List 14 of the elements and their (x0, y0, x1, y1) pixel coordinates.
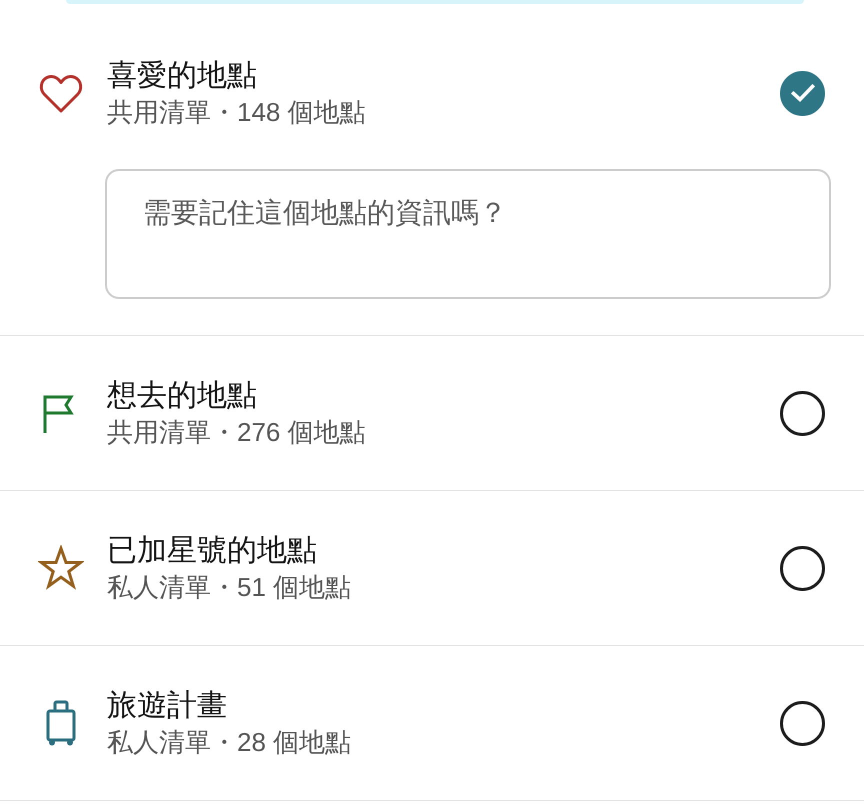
check-icon (790, 84, 814, 102)
list-subtitle: 私人清單・28 個地點 (107, 726, 352, 759)
radio-button[interactable] (780, 700, 825, 746)
list-title: 喜愛的地點 (107, 58, 258, 94)
note-field[interactable]: 需要記住這個地點的資訊嗎？ (105, 169, 831, 299)
radio-button[interactable] (780, 390, 825, 436)
list-subtitle: 共用清單・276 個地點 (107, 416, 367, 449)
list-title: 想去的地點 (107, 378, 258, 414)
list-subtitle: 共用清單・148 個地點 (107, 96, 367, 129)
list-subtitle: 私人清單・51 個地點 (107, 571, 352, 604)
radio-button[interactable] (780, 546, 825, 590)
checked-button[interactable] (780, 70, 825, 116)
list-title: 已加星號的地點 (107, 533, 318, 569)
list-title: 旅遊計畫 (107, 688, 228, 724)
